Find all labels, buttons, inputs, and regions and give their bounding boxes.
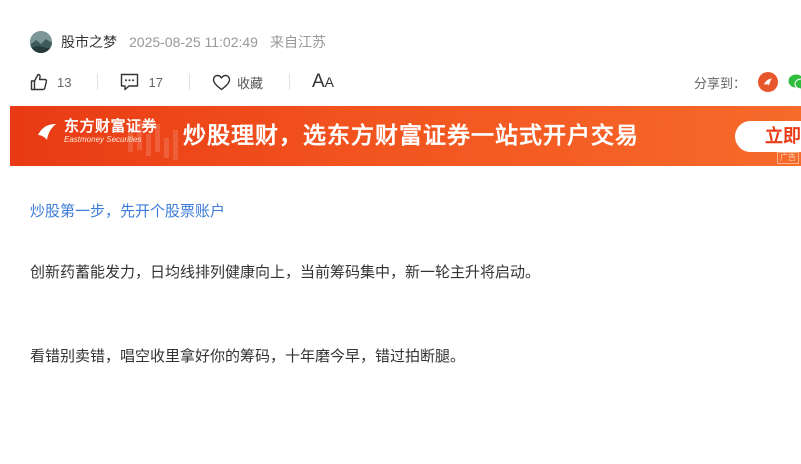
divider	[188, 74, 190, 90]
logo-chinese-name: 东方财富证券	[64, 117, 158, 135]
banner-slogan: 炒股理财，选东方财富证券一站式开户交易	[183, 122, 639, 148]
post-paragraph-2: 看错别卖错，唱空收里拿好你的筹码，十年磨今早，错过拍断腿。	[30, 348, 466, 365]
font-size-large-glyph: A	[311, 71, 325, 92]
wechat-share-icon[interactable]	[788, 72, 801, 92]
comment-button[interactable]: 17	[120, 73, 163, 91]
ad-banner[interactable]: 东方财富证券 Eastmoney Securities 炒股理财，选东方财富证券…	[10, 106, 801, 166]
comment-icon	[121, 73, 139, 91]
weibo-share-icon[interactable]	[758, 72, 778, 92]
author-name[interactable]: 股市之梦	[61, 32, 117, 52]
action-bar: 13 17 收藏 A A	[30, 70, 334, 94]
like-button[interactable]: 13	[30, 73, 71, 91]
heart-icon	[212, 74, 231, 90]
avatar[interactable]	[30, 31, 52, 53]
like-count: 13	[57, 74, 72, 90]
post-paragraph-1: 创新药蓄能发力，日均线排列健康向上，当前筹码集中，新一轮主升将启动。	[30, 264, 541, 281]
font-size-small-glyph: A	[324, 74, 334, 90]
logo-english-name: Eastmoney Securities	[64, 135, 142, 144]
thumbs-up-icon	[30, 73, 48, 91]
open-account-link[interactable]: 炒股第一步，先开个股票账户	[30, 200, 225, 221]
author-row: 股市之梦 2025-08-25 11:02:49 来自江苏	[30, 30, 326, 54]
divider	[288, 74, 290, 90]
share-bar: 分享到：	[694, 70, 801, 94]
post-time: 2025-08-25 11:02:49	[129, 34, 258, 50]
font-size-toggle[interactable]: A A	[312, 71, 334, 93]
post-location: 来自江苏	[269, 34, 326, 50]
favorite-label: 收藏	[236, 75, 263, 91]
divider	[97, 74, 99, 90]
ad-tag: 广告	[777, 152, 799, 164]
share-label: 分享到：	[693, 75, 746, 91]
favorite-button[interactable]: 收藏	[212, 73, 263, 92]
eastmoney-logo-icon	[38, 123, 56, 140]
banner-cta-button[interactable]: 立即	[735, 121, 801, 152]
eastmoney-logo: 东方财富证券 Eastmoney Securities	[36, 118, 157, 145]
comment-count: 17	[148, 74, 163, 90]
